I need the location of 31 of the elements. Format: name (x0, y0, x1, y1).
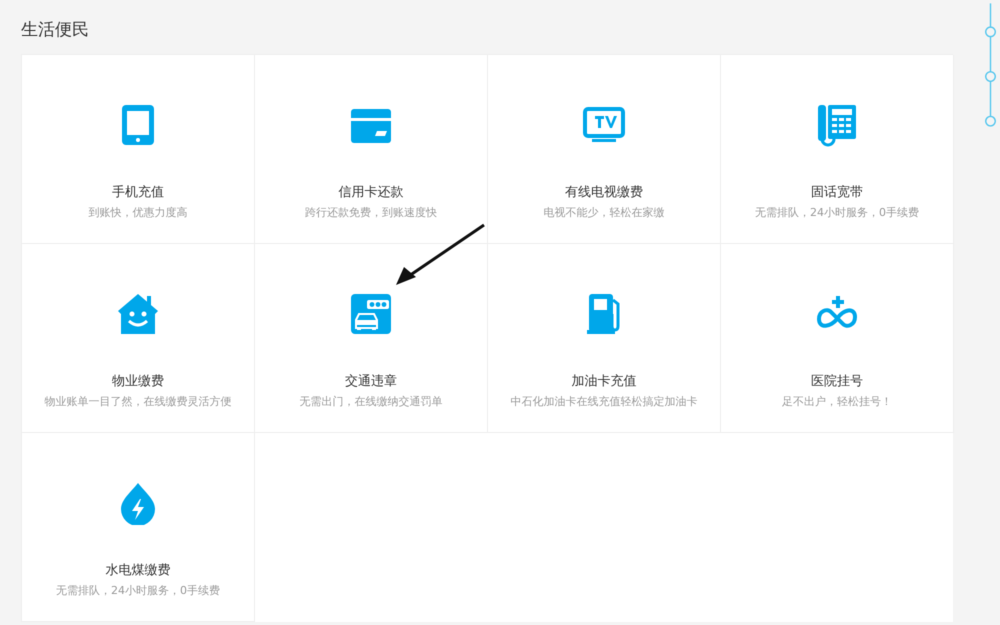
service-tile[interactable]: 信用卡还款 跨行还款免费，到账速度快 (255, 55, 488, 244)
service-tile[interactable]: 加油卡充值 中石化加油卡在线充值轻松搞定加油卡 (488, 244, 721, 433)
service-description: 到账快，优惠力度高 (88, 205, 188, 220)
smiling-house-icon (116, 292, 160, 336)
service-description: 无需排队，24小时服务，0手续费 (755, 205, 919, 220)
service-tile[interactable]: 水电煤缴费 无需排队，24小时服务，0手续费 (22, 433, 255, 622)
service-tile[interactable]: 手机充值 到账快，优惠力度高 (22, 55, 255, 244)
telephone-icon (815, 103, 859, 147)
service-title: 手机充值 (112, 184, 164, 201)
service-title: 医院挂号 (811, 373, 863, 390)
service-title: 固话宽带 (811, 184, 863, 201)
service-tile[interactable]: 有线电视缴费 电视不能少，轻松在家缴 (488, 55, 721, 244)
service-title: 水电煤缴费 (106, 562, 170, 579)
service-tile[interactable]: 医院挂号 足不出户，轻松挂号！ (721, 244, 954, 433)
service-description: 电视不能少，轻松在家缴 (544, 205, 664, 220)
service-title: 物业缴费 (112, 373, 164, 390)
service-description: 中石化加油卡在线充值轻松搞定加油卡 (510, 394, 698, 409)
service-description: 无需出门，在线缴纳交通罚单 (300, 394, 442, 409)
service-tile[interactable]: 固话宽带 无需排队，24小时服务，0手续费 (721, 55, 954, 244)
car-traffic-icon (349, 292, 393, 336)
service-description: 无需排队，24小时服务，0手续费 (56, 583, 220, 598)
service-title: 加油卡充值 (572, 373, 636, 390)
section-title: 生活便民 (21, 19, 90, 42)
service-title: 有线电视缴费 (565, 184, 643, 201)
service-tile[interactable]: 交通违章 无需出门，在线缴纳交通罚单 (255, 244, 488, 433)
service-description: 足不出户，轻松挂号！ (782, 394, 892, 409)
service-tile[interactable]: 物业缴费 物业账单一目了然，在线缴费灵活方便 (22, 244, 255, 433)
service-title: 交通违章 (345, 373, 397, 390)
service-description: 物业账单一目了然，在线缴费灵活方便 (44, 394, 232, 409)
service-description: 跨行还款免费，到账速度快 (305, 205, 437, 220)
service-title: 信用卡还款 (338, 184, 404, 201)
